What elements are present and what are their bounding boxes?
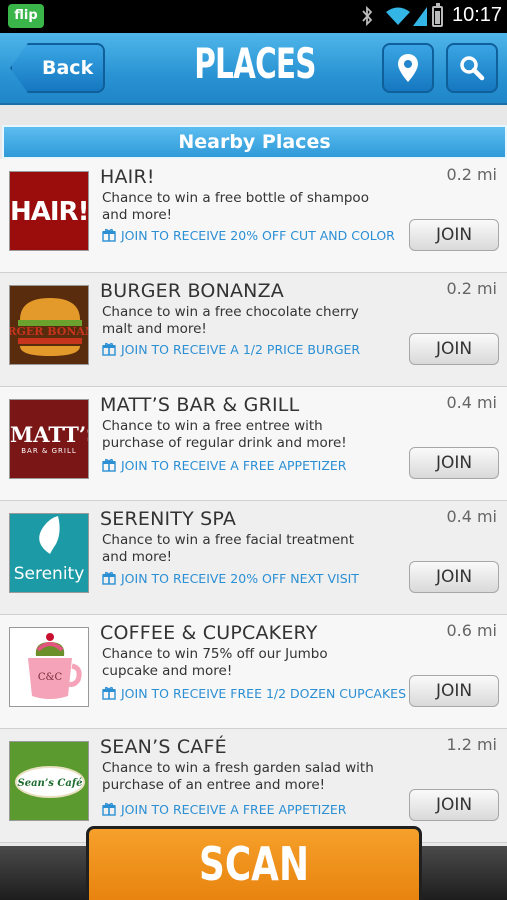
place-description: Chance to win a fresh garden salad with …	[102, 760, 374, 793]
back-button[interactable]: Back	[10, 43, 105, 93]
gift-icon	[102, 571, 116, 585]
logo-text: Serenity	[13, 564, 85, 584]
distance: 0.2 mi	[446, 165, 497, 184]
place-description: Chance to win 75% off our Jumbo cupcake …	[102, 646, 328, 679]
promo-label: JOIN TO RECEIVE A FREE APPETIZER	[121, 458, 347, 473]
location-button[interactable]	[382, 43, 434, 93]
place-description: Chance to win a free facial treatment an…	[102, 532, 355, 565]
list-item[interactable]: BURGER BONANZA BURGER BONANZA Chance to …	[0, 273, 507, 387]
join-button[interactable]: JOIN	[409, 447, 499, 479]
map-pin-icon	[398, 54, 418, 82]
page-title: PLACES	[194, 39, 316, 88]
burger-logo-graphic: BURGER BONANZA	[10, 298, 89, 356]
clock: 10:17	[452, 4, 503, 26]
join-button[interactable]: JOIN	[409, 333, 499, 365]
promo-label: JOIN TO RECEIVE A FREE APPETIZER	[121, 802, 347, 817]
place-logo: Serenity	[9, 513, 89, 593]
promo-text: JOIN TO RECEIVE A 1/2 PRICE BURGER	[102, 342, 360, 357]
logo-text: BURGER BONANZA	[10, 325, 89, 338]
list-item[interactable]: Serenity SERENITY SPA Chance to win a fr…	[0, 501, 507, 615]
logo-text: MATT’S	[10, 422, 88, 447]
section-header: Nearby Places	[2, 125, 507, 159]
list-item[interactable]: MATT’S BAR & GRILL MATT’S BAR & GRILL Ch…	[0, 387, 507, 501]
join-button[interactable]: JOIN	[409, 219, 499, 251]
place-name: COFFEE & CUPCAKERY	[100, 622, 318, 644]
app-header: Back PLACES	[0, 33, 507, 105]
wifi-icon	[385, 6, 411, 26]
bluetooth-icon	[360, 5, 374, 27]
search-button[interactable]	[446, 43, 498, 93]
promo-label: JOIN TO RECEIVE A 1/2 PRICE BURGER	[121, 342, 361, 357]
leaf-icon	[39, 516, 60, 554]
places-list[interactable]: HAIR! HAIR! Chance to win a free bottle …	[0, 159, 507, 843]
place-name: HAIR!	[100, 166, 155, 188]
place-name: MATT’S BAR & GRILL	[100, 394, 300, 416]
join-button[interactable]: JOIN	[409, 675, 499, 707]
list-item[interactable]: HAIR! HAIR! Chance to win a free bottle …	[0, 159, 507, 273]
place-description: Chance to win a free entree with purchas…	[102, 418, 347, 451]
place-name: BURGER BONANZA	[100, 280, 285, 302]
promo-label: JOIN TO RECEIVE 20% OFF NEXT VISIT	[121, 571, 359, 586]
distance: 0.6 mi	[446, 621, 497, 640]
list-item[interactable]: C&C COFFEE & CUPCAKERY Chance to win 75%…	[0, 615, 507, 729]
place-name: SERENITY SPA	[100, 508, 237, 530]
battery-icon	[432, 3, 443, 27]
flip-app-icon: flip	[8, 4, 44, 28]
place-logo: BURGER BONANZA	[9, 285, 89, 365]
logo-subtext: BAR & GRILL	[21, 447, 77, 455]
promo-text: JOIN TO RECEIVE A FREE APPETIZER	[102, 802, 346, 817]
gift-icon	[102, 228, 116, 242]
promo-text: JOIN TO RECEIVE 20% OFF NEXT VISIT	[102, 571, 359, 586]
distance: 0.4 mi	[446, 507, 497, 526]
gift-icon	[102, 342, 116, 356]
search-icon	[460, 56, 485, 81]
promo-label: JOIN TO RECEIVE 20% OFF CUT AND COLOR	[121, 228, 395, 243]
place-name: SEAN’S CAFÉ	[100, 736, 227, 758]
back-button-label: Back	[42, 57, 94, 79]
seans-cafe-logo: Sean’s Café	[15, 766, 85, 798]
promo-text: JOIN TO RECEIVE FREE 1/2 DOZEN CUPCAKES	[102, 686, 406, 701]
place-logo: HAIR!	[9, 171, 89, 251]
places-content: Nearby Places HAIR! HAIR! Chance to win …	[0, 105, 507, 900]
place-logo: C&C	[9, 627, 89, 707]
distance: 1.2 mi	[446, 735, 497, 754]
scan-label: SCAN	[199, 837, 309, 891]
promo-text: JOIN TO RECEIVE 20% OFF CUT AND COLOR	[102, 228, 395, 243]
scan-button[interactable]: SCAN	[86, 826, 422, 900]
status-bar: flip 10:17	[0, 0, 507, 33]
promo-label: JOIN TO RECEIVE FREE 1/2 DOZEN CUPCAKES	[121, 686, 407, 701]
distance: 0.2 mi	[446, 279, 497, 298]
gift-icon	[102, 458, 116, 472]
promo-text: JOIN TO RECEIVE A FREE APPETIZER	[102, 458, 346, 473]
gift-icon	[102, 686, 116, 700]
cupcake-mug-logo: C&C	[28, 633, 82, 699]
place-description: Chance to win a free chocolate cherry ma…	[102, 304, 359, 337]
place-description: Chance to win a free bottle of shampoo a…	[102, 190, 369, 223]
join-button[interactable]: JOIN	[409, 789, 499, 821]
logo-text: HAIR!	[10, 197, 89, 227]
join-button[interactable]: JOIN	[409, 561, 499, 593]
distance: 0.4 mi	[446, 393, 497, 412]
logo-text: Sean’s Café	[17, 778, 82, 789]
signal-icon	[412, 5, 428, 27]
logo-text: C&C	[38, 672, 63, 683]
place-logo: Sean’s Café	[9, 741, 89, 821]
place-logo: MATT’S BAR & GRILL	[9, 399, 89, 479]
gift-icon	[102, 802, 116, 816]
